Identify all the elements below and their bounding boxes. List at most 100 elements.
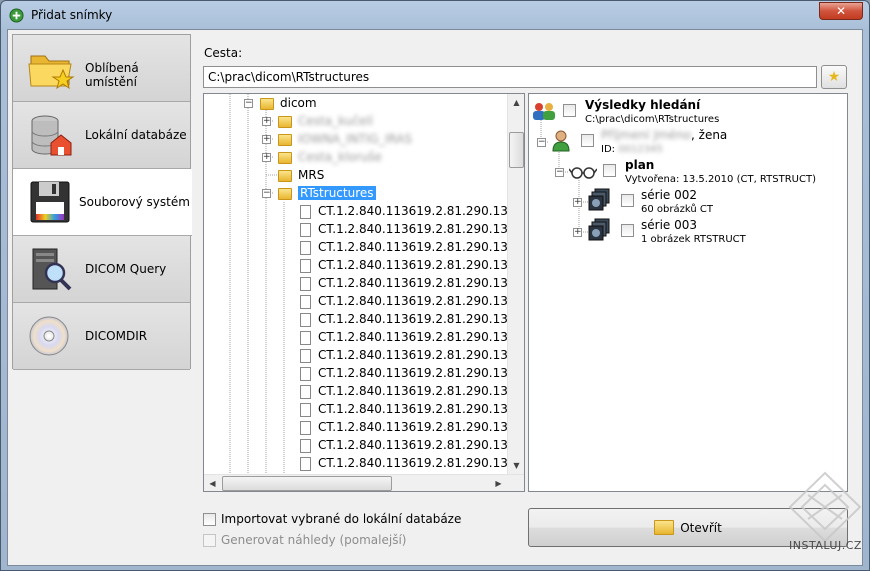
file-icon	[300, 403, 311, 417]
folder-tree[interactable]: − dicom + Cesta_kučelí + IOWNA_INTIG_IRAS + Ces…	[203, 93, 525, 492]
tree-folder-row[interactable]: MRS	[204, 167, 504, 185]
folder-icon	[278, 152, 292, 164]
location-sidebar: Oblíbená umístění Lokální databáze Soubo…	[12, 34, 192, 370]
folder-icon	[260, 98, 274, 110]
sidebar-item-label: Oblíbená umístění	[85, 61, 139, 89]
tree-file-row[interactable]: CT.1.2.840.113619.2.81.290.13020.37	[204, 455, 524, 473]
scroll-up-arrow-icon[interactable]: ▲	[508, 94, 524, 111]
study-label: plan	[625, 158, 655, 172]
collapse-icon[interactable]: −	[244, 99, 253, 108]
favorites-folder-icon	[28, 55, 75, 90]
sidebar-item-label: DICOM Query	[85, 262, 167, 276]
window-title: Přidat snímky	[31, 8, 113, 22]
scroll-thumb[interactable]	[509, 132, 524, 168]
folder-icon	[278, 170, 292, 182]
results-checkbox[interactable]	[563, 104, 576, 117]
sidebar-item-label: Lokální databáze	[85, 128, 187, 142]
file-icon	[300, 241, 311, 255]
tree-folder-label: dicom	[280, 96, 317, 110]
tree-file-label: CT.1.2.840.113619.2.81.290.13020.37	[318, 420, 524, 434]
scroll-thumb[interactable]	[222, 476, 392, 491]
sidebar-item-file-system[interactable]: Souborový systém	[13, 169, 192, 236]
tree-file-row[interactable]: CT.1.2.840.113619.2.81.290.13020.37	[204, 329, 524, 347]
file-icon	[300, 349, 311, 363]
expand-icon[interactable]: +	[573, 228, 582, 237]
folder-icon	[278, 188, 292, 200]
series-label: série 002	[641, 188, 698, 202]
sidebar-item-dicom-query[interactable]: DICOM Query	[13, 236, 190, 303]
tree-file-label: CT.1.2.840.113619.2.81.290.13020.37	[318, 294, 524, 308]
tree-file-label: CT.1.2.840.113619.2.81.290.13020.37	[318, 258, 524, 272]
tree-file-row[interactable]: CT.1.2.840.113619.2.81.290.13020.37	[204, 383, 524, 401]
expand-icon[interactable]: +	[262, 117, 271, 126]
collapse-icon[interactable]: −	[555, 168, 564, 177]
close-button[interactable]: ✕	[819, 2, 863, 20]
import-label: Importovat vybrané do lokální databáze	[221, 512, 462, 526]
scroll-down-arrow-icon[interactable]: ▼	[508, 457, 524, 474]
tree-folder-label: Cesta_kloruše	[298, 150, 382, 164]
patient-id-value: 0012345	[618, 144, 663, 155]
tree-folder-row[interactable]: + IOWNA_INTIG_IRAS	[204, 131, 504, 149]
tree-file-label: CT.1.2.840.113619.2.81.290.13020.37	[318, 402, 524, 416]
add-favorite-button[interactable]: ★	[821, 65, 847, 89]
import-checkbox[interactable]	[203, 512, 216, 526]
path-input[interactable]: C:\prac\dicom\RTstructures	[203, 66, 817, 88]
study-glasses-icon	[569, 167, 597, 179]
tree-file-label: CT.1.2.840.113619.2.81.290.13020.37	[318, 348, 524, 362]
tree-file-row[interactable]: CT.1.2.840.113619.2.81.290.13020.37	[204, 293, 524, 311]
search-results-group-icon	[533, 103, 555, 120]
tree-folder-row[interactable]: + Cesta_kučelí	[204, 113, 504, 131]
folder-icon	[278, 134, 292, 146]
patient-checkbox[interactable]	[581, 134, 594, 147]
results-path: C:\prac\dicom\RTstructures	[585, 114, 720, 125]
expand-icon[interactable]: +	[573, 198, 582, 207]
sidebar-item-label: Souborový systém	[79, 195, 190, 209]
tree-file-row[interactable]: CT.1.2.840.113619.2.81.290.13020.37	[204, 437, 524, 455]
tree-file-label: CT.1.2.840.113619.2.81.290.13020.37	[318, 276, 524, 290]
open-button-label: Otevřít	[680, 520, 722, 535]
expand-icon[interactable]: +	[262, 135, 271, 144]
sidebar-item-favorites[interactable]: Oblíbená umístění	[13, 35, 190, 102]
study-checkbox[interactable]	[603, 164, 616, 177]
file-icon	[300, 439, 311, 453]
sidebar-item-local-database[interactable]: Lokální databáze	[13, 102, 190, 169]
tree-file-row[interactable]: CT.1.2.840.113619.2.81.290.13020.37	[204, 257, 524, 275]
file-icon	[300, 259, 311, 273]
expand-icon[interactable]: +	[262, 153, 271, 162]
cd-icon	[29, 316, 69, 356]
tree-file-row[interactable]: CT.1.2.840.113619.2.81.290.13020.37	[204, 239, 524, 257]
results-title: Výsledky hledání	[585, 98, 701, 112]
tree-folder-row[interactable]: − RTstructures	[204, 185, 504, 203]
preview-label: Generovat náhledy (pomalejší)	[221, 533, 407, 547]
tree-file-row[interactable]: CT.1.2.840.113619.2.81.290.13020.37	[204, 401, 524, 419]
patient-name: Příjmení Jméno, žena	[601, 128, 727, 142]
tree-file-row[interactable]: CT.1.2.840.113619.2.81.290.13020.37	[204, 347, 524, 365]
patient-id-label: ID:	[601, 144, 616, 155]
tree-file-row[interactable]: CT.1.2.840.113619.2.81.290.13020.37	[204, 311, 524, 329]
tree-folder-label: MRS	[298, 168, 325, 182]
import-option[interactable]: Importovat vybrané do lokální databáze	[203, 512, 461, 526]
collapse-icon[interactable]: −	[262, 189, 271, 198]
tree-folder-row[interactable]: + Cesta_kloruše	[204, 149, 504, 167]
tree-horizontal-scrollbar[interactable]: ◀ ▶	[204, 474, 524, 491]
sidebar-item-dicomdir[interactable]: DICOMDIR	[13, 303, 190, 370]
search-results-panel[interactable]: Výsledky hledání C:\prac\dicom\RTstructu…	[528, 93, 848, 492]
tree-folder-row[interactable]: − dicom	[204, 95, 504, 113]
series-detail: 60 obrázků CT	[641, 204, 713, 215]
series-checkbox[interactable]	[621, 194, 634, 207]
tree-file-row[interactable]: CT.1.2.840.113619.2.81.290.13020.37	[204, 221, 524, 239]
watermark-text: INSTALUJ.CZ	[789, 539, 862, 552]
series-stack-icon	[588, 218, 610, 241]
tree-file-row[interactable]: CT.1.2.840.113619.2.81.290.13020.37	[204, 365, 524, 383]
scroll-right-arrow-icon[interactable]: ▶	[490, 475, 507, 491]
series-checkbox[interactable]	[621, 224, 634, 237]
tree-vertical-scrollbar[interactable]: ▲ ▼	[507, 94, 524, 474]
tree-file-row[interactable]: CT.1.2.840.113619.2.81.290.13020.37	[204, 203, 524, 221]
scroll-left-arrow-icon[interactable]: ◀	[204, 475, 221, 491]
tree-file-row[interactable]: CT.1.2.840.113619.2.81.290.13020.37	[204, 275, 524, 293]
tree-file-row[interactable]: CT.1.2.840.113619.2.81.290.13020.37	[204, 419, 524, 437]
dicom-query-icon	[32, 248, 72, 291]
tree-file-label: CT.1.2.840.113619.2.81.290.13020.37	[318, 330, 524, 344]
tree-file-label: CT.1.2.840.113619.2.81.290.13020.37	[318, 438, 524, 452]
collapse-icon[interactable]: −	[537, 138, 546, 147]
